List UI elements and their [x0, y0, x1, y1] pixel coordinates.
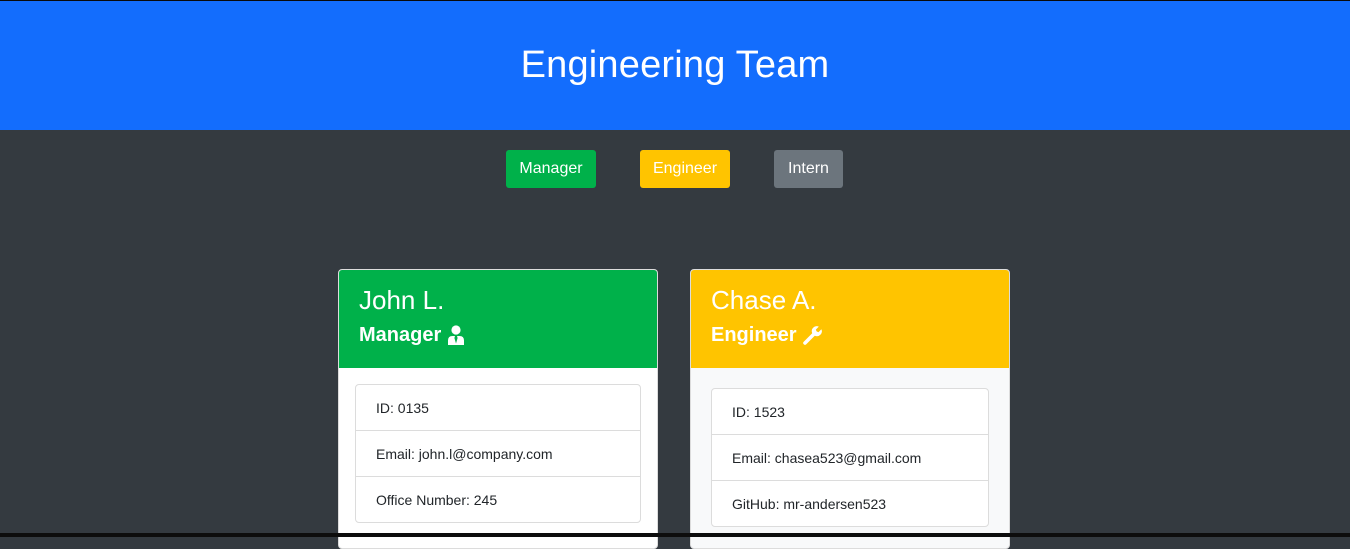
- employee-github[interactable]: GitHub: mr-andersen523: [712, 481, 988, 526]
- window-bottom-edge: [0, 533, 1350, 537]
- employee-id: ID: 0135: [356, 385, 640, 431]
- employee-name: Chase A.: [711, 285, 817, 315]
- card-header: Chase A. Engineer: [691, 270, 1009, 368]
- employee-id: ID: 1523: [712, 389, 988, 435]
- employee-name: John L.: [359, 285, 445, 315]
- page-title: Engineering Team: [520, 44, 830, 86]
- role-label: Manager: [359, 324, 442, 346]
- page-header: Engineering Team: [0, 0, 1350, 130]
- user-tie-icon: [447, 325, 465, 345]
- card-header: John L. Manager: [339, 270, 657, 368]
- employee-email[interactable]: Email: chasea523@gmail.com: [712, 435, 988, 481]
- employee-details-list: ID: 1523 Email: chasea523@gmail.com GitH…: [711, 388, 989, 527]
- employee-role: Manager: [359, 322, 637, 348]
- manager-button[interactable]: Manager: [506, 150, 596, 188]
- employee-role: Engineer: [711, 322, 989, 348]
- employee-card-engineer: Chase A. Engineer ID: 1523 Email: chasea…: [690, 269, 1010, 549]
- employee-office-number: Office Number: 245: [376, 491, 498, 508]
- intern-button[interactable]: Intern: [774, 150, 843, 188]
- employee-email[interactable]: Email: john.l@company.com: [356, 431, 640, 477]
- role-label: Engineer: [711, 324, 797, 346]
- engineer-button[interactable]: Engineer: [640, 150, 730, 188]
- employee-card-manager: John L. Manager ID: 0135 Email: john.l@c…: [338, 269, 658, 549]
- employee-details-list: ID: 0135 Email: john.l@company.com Offic…: [355, 384, 641, 523]
- wrench-icon: [802, 325, 823, 345]
